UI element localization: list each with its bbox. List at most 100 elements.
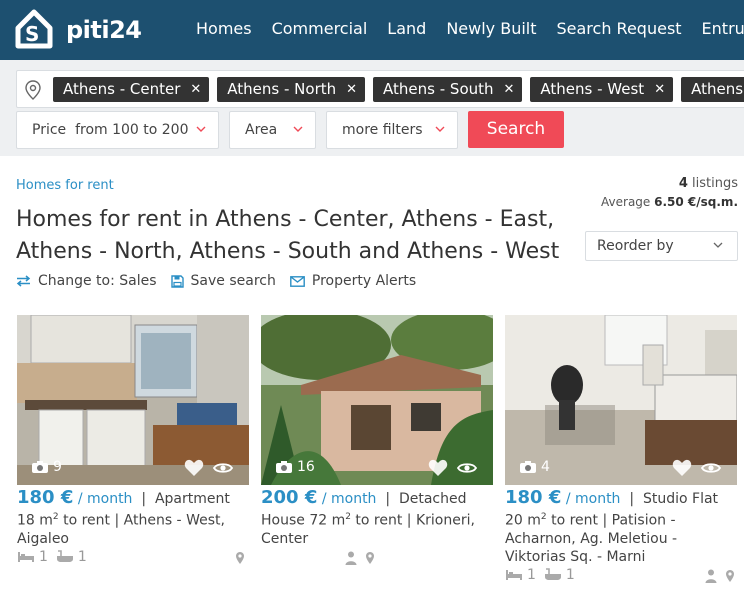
nav-newly-built[interactable]: Newly Built [446, 19, 536, 38]
bathrooms-count: 1 [77, 549, 87, 565]
price-dropdown[interactable]: Price from 100 to 200 [16, 111, 219, 149]
location-pin-icon [366, 552, 374, 564]
location-pin-icon [25, 80, 41, 100]
listing-description[interactable]: 200 € / month | Detached House 72 m2 to … [261, 489, 493, 548]
chip-label: Athens - South [383, 80, 494, 98]
person-icon [345, 551, 357, 565]
chevron-down-icon [435, 126, 445, 132]
average-price: Average 6.50 €/sq.m. [601, 195, 738, 209]
chip-athens-north: Athens - North ✕ [217, 77, 366, 102]
quick-view-eye-icon[interactable] [213, 461, 233, 475]
bathtub-icon [56, 550, 73, 562]
remove-chip-icon[interactable]: ✕ [504, 77, 515, 102]
listing-card[interactable]: 9 180 € / month | Apartment 18 m2 to ren… [17, 315, 249, 602]
property-alerts-link[interactable]: Property Alerts [289, 273, 417, 289]
change-to-sales-link[interactable]: Change to: Sales [16, 273, 157, 289]
bedrooms-count: 1 [39, 549, 48, 565]
chip-athens-east: Athens - East✕ [681, 77, 744, 102]
listing-photo[interactable]: 16 [261, 315, 493, 485]
quick-view-eye-icon[interactable] [457, 461, 477, 475]
listing-price: 180 € [17, 487, 74, 508]
favorite-heart-icon[interactable] [428, 459, 448, 477]
photo-count: 16 [275, 459, 315, 475]
bed-icon [18, 552, 34, 562]
remove-chip-icon[interactable]: ✕ [346, 77, 357, 102]
bedrooms: 1 [17, 549, 48, 565]
results-actions: Change to: Sales Save search Property Al… [16, 273, 430, 289]
photo-count: 9 [31, 459, 62, 475]
bedrooms-count: 1 [527, 567, 536, 583]
chip-label: Athens - Center [63, 80, 181, 98]
chip-label: Athens - West [540, 80, 645, 98]
bathrooms-count: 1 [565, 567, 575, 583]
price-period: / month [321, 491, 377, 507]
listing-card[interactable]: 16 200 € / month | Detached House 72 m2 … [261, 315, 493, 602]
chip-athens-south: Athens - South ✕ [373, 77, 523, 102]
camera-icon [520, 461, 536, 473]
listing-count-label: listings [692, 176, 738, 191]
photo-count-value: 4 [541, 459, 550, 475]
property-alerts-label: Property Alerts [311, 273, 417, 289]
top-navigation-bar: S piti24 Homes Commercial Land Newly Bui… [0, 0, 744, 60]
listing-meta-icons [705, 569, 735, 583]
average-label: Average [601, 195, 651, 209]
average-value: 6.50 €/sq.m. [654, 195, 738, 209]
bathtub-icon [544, 568, 561, 580]
change-to-label: Change to: Sales [38, 273, 157, 289]
bed-icon [506, 570, 522, 580]
chevron-down-icon [713, 242, 723, 248]
photo-count-value: 16 [297, 459, 315, 475]
area-label: Area [245, 122, 278, 138]
location-pin-icon [726, 570, 734, 582]
chip-label: Athens - East [691, 80, 744, 98]
listing-count-number: 4 [678, 176, 688, 191]
price-period: / month [565, 491, 621, 507]
quick-view-eye-icon[interactable] [701, 461, 721, 475]
separator: | [136, 491, 151, 507]
separator: | [380, 491, 395, 507]
listing-photo[interactable]: 4 [505, 315, 737, 485]
listing-description[interactable]: 180 € / month | Studio Flat 20 m2 to ren… [505, 489, 737, 566]
area-dropdown[interactable]: Area [229, 111, 316, 149]
breadcrumb[interactable]: Homes for rent [16, 178, 114, 193]
house-logo-icon: S [15, 9, 53, 49]
reorder-dropdown[interactable]: Reorder by [585, 231, 738, 261]
camera-icon [276, 461, 292, 473]
listing-features: 1 1 [17, 549, 95, 565]
separator: | [624, 491, 639, 507]
photo-count-value: 9 [53, 459, 62, 475]
nav-commercial[interactable]: Commercial [272, 19, 368, 38]
remove-chip-icon[interactable]: ✕ [190, 77, 201, 102]
person-icon [705, 569, 717, 583]
price-period: / month [77, 491, 133, 507]
listing-price: 180 € [505, 487, 562, 508]
reorder-label: Reorder by [597, 238, 674, 254]
listing-description[interactable]: 180 € / month | Apartment 18 m2 to rent … [17, 489, 249, 548]
listing-card[interactable]: 4 180 € / month | Studio Flat 20 m2 to r… [505, 315, 737, 602]
nav-homes[interactable]: Homes [196, 19, 252, 38]
nav-land[interactable]: Land [387, 19, 426, 38]
chevron-down-icon [293, 126, 303, 132]
search-button[interactable]: Search [468, 111, 564, 148]
nav-search-request[interactable]: Search Request [557, 19, 682, 38]
svg-text:S: S [25, 22, 39, 46]
remove-chip-icon[interactable]: ✕ [654, 77, 665, 102]
favorite-heart-icon[interactable] [672, 459, 692, 477]
price-label: Price [32, 122, 67, 138]
save-search-link[interactable]: Save search [170, 273, 276, 289]
logo-wordmark: piti24 [66, 16, 142, 44]
save-search-label: Save search [190, 273, 276, 289]
nav-entrust[interactable]: Entrust [702, 19, 744, 38]
location-pin-icon [236, 552, 244, 564]
spiti24-logo[interactable]: S piti24 [14, 8, 142, 52]
bathrooms: 1 [544, 567, 575, 583]
bathrooms: 1 [56, 549, 87, 565]
location-input[interactable]: Athens - Center ✕ Athens - North ✕ Athens … [16, 70, 744, 108]
more-filters-dropdown[interactable]: more filters [326, 111, 458, 149]
favorite-heart-icon[interactable] [184, 459, 204, 477]
search-panel: Athens - Center ✕ Athens - North ✕ Athens … [0, 60, 744, 156]
listing-photo[interactable]: 9 [17, 315, 249, 485]
envelope-icon [289, 275, 305, 287]
chip-athens-center: Athens - Center ✕ [53, 77, 210, 102]
listing-meta-icons [345, 551, 375, 565]
